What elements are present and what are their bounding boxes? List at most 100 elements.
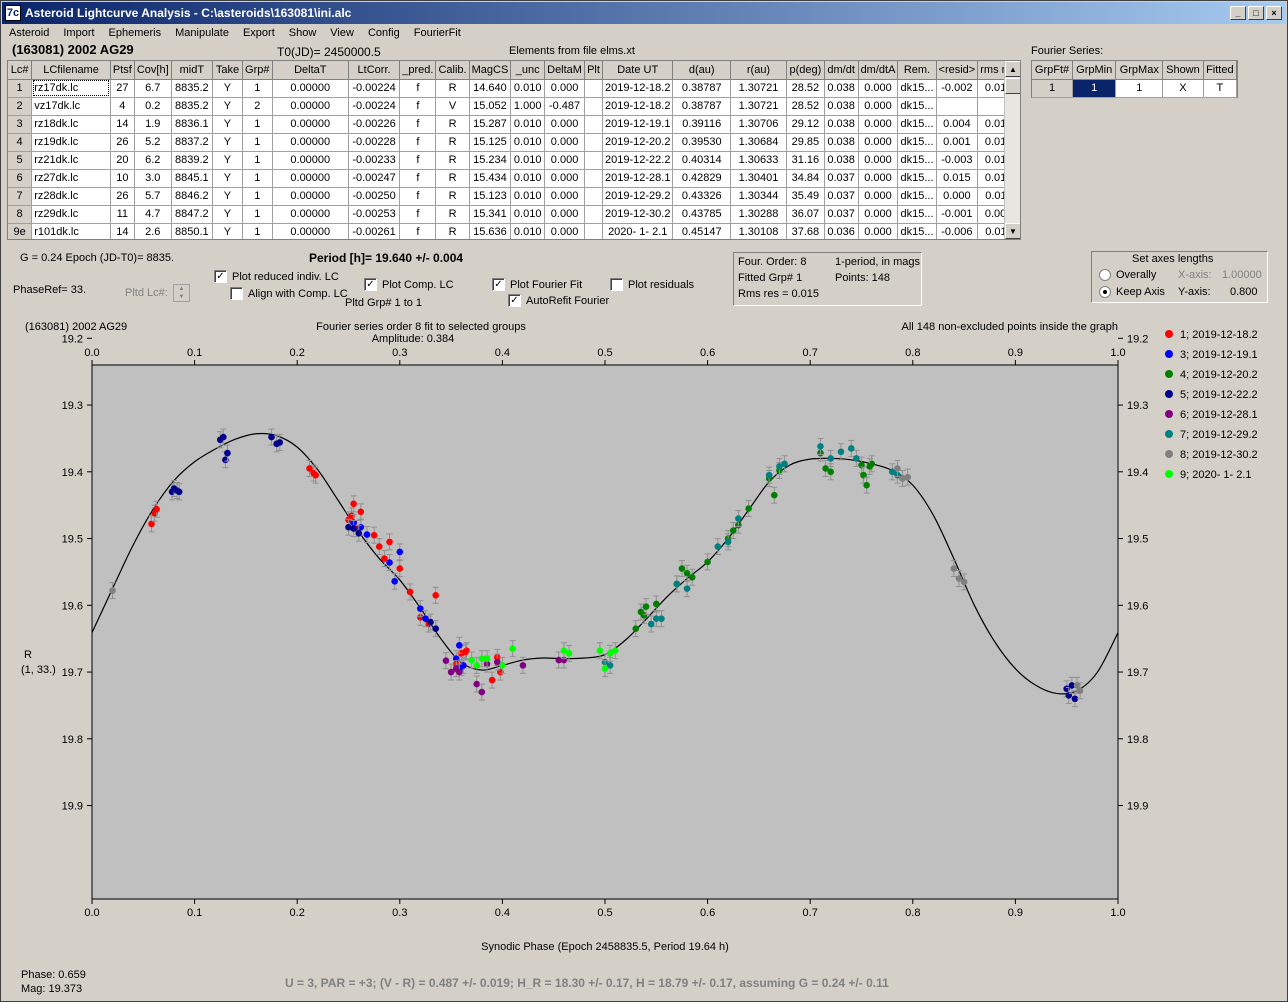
table-cell[interactable]: 0.037 — [824, 187, 859, 206]
table-cell[interactable]: 0.000 — [858, 79, 899, 98]
table-cell[interactable]: 29.12 — [786, 115, 825, 134]
table-cell[interactable]: 1.30684 — [730, 133, 787, 152]
table-cell[interactable]: 9e — [8, 223, 33, 239]
table-cell[interactable]: 1 — [242, 169, 273, 188]
column-header[interactable]: Lc# — [8, 61, 33, 80]
table-cell[interactable]: 0.004 — [936, 115, 979, 134]
table-cell[interactable]: 0.001 — [936, 133, 979, 152]
table-cell[interactable]: 28.52 — [786, 97, 825, 116]
column-header[interactable]: dm/dtA — [858, 61, 899, 80]
table-cell[interactable]: dk15... — [897, 187, 937, 206]
table-cell[interactable]: 0.000 — [544, 169, 586, 188]
table-cell[interactable]: -0.006 — [936, 223, 979, 239]
table-cell[interactable]: 1 — [242, 151, 273, 170]
table-cell[interactable]: 3.0 — [134, 169, 172, 188]
chart-svg[interactable]: (163081) 2002 AG29 Fourier series order 8… — [21, 313, 1284, 965]
table-cell[interactable]: Y — [212, 169, 243, 188]
title-bar[interactable]: 7c Asteroid Lightcurve Analysis - C:\ast… — [2, 2, 1286, 24]
table-cell[interactable]: R — [435, 169, 470, 188]
table-row[interactable]: 4 rz19dk.lc 26 5.2 8837.2 Y 1 0.00000 -0.00228 f R… — [8, 133, 1020, 152]
table-cell[interactable]: dk15... — [897, 223, 937, 239]
table-cell[interactable]: 0.38787 — [672, 97, 732, 116]
table-cell[interactable]: 15.341 — [469, 205, 512, 224]
table-cell[interactable]: f — [399, 205, 437, 224]
table-cell[interactable]: 15.125 — [469, 133, 512, 152]
table-cell[interactable] — [936, 97, 979, 116]
table-cell[interactable]: f — [399, 79, 437, 98]
table-cell[interactable]: 0.038 — [824, 151, 859, 170]
plot-reduced-checkbox[interactable]: ✓ Plot reduced indiv. LC — [214, 270, 339, 283]
table-cell[interactable]: 0.015 — [936, 169, 979, 188]
pltd-lc-spinner[interactable]: ▲ ▼ — [173, 284, 190, 302]
table-cell[interactable]: 2019-12-18.2 — [602, 97, 674, 116]
table-cell[interactable]: f — [399, 169, 437, 188]
table-cell[interactable]: 0.45147 — [672, 223, 732, 239]
spin-up-icon[interactable]: ▲ — [179, 285, 185, 293]
column-header[interactable]: _pred. — [399, 61, 437, 80]
table-cell[interactable]: 0.000 — [544, 115, 586, 134]
table-cell[interactable]: -0.00224 — [348, 79, 401, 98]
table-cell[interactable]: R — [435, 79, 470, 98]
menu-view[interactable]: View — [323, 27, 361, 39]
menu-export[interactable]: Export — [236, 27, 282, 39]
table-cell[interactable]: f — [399, 223, 437, 239]
table-cell[interactable] — [584, 151, 603, 170]
column-header[interactable]: p(deg) — [786, 61, 825, 80]
table-cell[interactable]: 0.00000 — [272, 133, 349, 152]
table-cell[interactable]: 20 — [110, 151, 135, 170]
table-cell[interactable]: dk15... — [897, 97, 937, 116]
table-cell[interactable]: 0.000 — [544, 187, 586, 206]
table-cell[interactable]: -0.00228 — [348, 133, 401, 152]
table-row[interactable]: 2 vz17dk.lc 4 0.2 8835.2 Y 2 0.00000 -0.00224 f V 1… — [8, 97, 1020, 116]
table-cell[interactable]: 8850.1 — [171, 223, 214, 239]
table-cell[interactable]: 1.30706 — [730, 115, 787, 134]
table-cell[interactable]: Y — [212, 97, 243, 116]
table-cell[interactable]: 1.30401 — [730, 169, 787, 188]
table-cell[interactable]: R — [435, 133, 470, 152]
table-cell[interactable]: dk15... — [897, 151, 937, 170]
table-cell[interactable] — [584, 97, 603, 116]
table-cell[interactable]: 0.010 — [510, 151, 546, 170]
table-cell[interactable]: 2019-12-30.2 — [602, 205, 674, 224]
table-cell[interactable]: R — [435, 205, 470, 224]
table-cell[interactable]: Y — [212, 115, 243, 134]
table-cell[interactable]: 2019-12-28.1 — [602, 169, 674, 188]
table-cell[interactable]: dk15... — [897, 79, 937, 98]
table-cell[interactable]: 0.000 — [858, 223, 899, 239]
table-row[interactable]: 6 rz27dk.lc 10 3.0 8845.1 Y 1 0.00000 -0.00247 f R… — [8, 169, 1020, 188]
fourier-column-header[interactable]: Fitted — [1203, 61, 1238, 80]
column-header[interactable]: Grp# — [242, 61, 273, 80]
table-cell[interactable]: 1 — [242, 187, 273, 206]
table-cell[interactable]: 11 — [110, 205, 135, 224]
table-cell[interactable]: 0.00000 — [272, 205, 349, 224]
column-header[interactable]: midT — [171, 61, 214, 80]
table-cell[interactable]: 8839.2 — [171, 151, 214, 170]
table-cell[interactable]: -0.00253 — [348, 205, 401, 224]
table-cell[interactable]: 0.000 — [544, 205, 586, 224]
table-cell[interactable]: 8835.2 — [171, 79, 214, 98]
keep-axis-radio[interactable]: Keep Axis — [1099, 286, 1165, 298]
fourier-column-header[interactable]: GrpFt# — [1032, 61, 1074, 80]
table-cell[interactable]: 1.30108 — [730, 223, 787, 239]
menu-ephemeris[interactable]: Ephemeris — [102, 27, 169, 39]
table-cell[interactable]: 1.30344 — [730, 187, 787, 206]
column-header[interactable]: Rem. — [897, 61, 937, 80]
table-cell[interactable]: 0.43785 — [672, 205, 732, 224]
table-cell[interactable]: Y — [212, 133, 243, 152]
table-cell[interactable]: 15.234 — [469, 151, 512, 170]
table-cell[interactable]: 28.52 — [786, 79, 825, 98]
table-cell[interactable]: 0.00000 — [272, 79, 349, 98]
table-cell[interactable]: f — [399, 187, 437, 206]
column-header[interactable]: Calib. — [435, 61, 470, 80]
column-header[interactable]: Ptsf — [110, 61, 135, 80]
table-cell[interactable]: 0.00000 — [272, 223, 349, 239]
table-cell[interactable]: 26 — [110, 187, 135, 206]
table-cell[interactable]: 1 — [242, 223, 273, 239]
fourier-column-header[interactable]: Shown — [1162, 61, 1204, 80]
table-cell[interactable]: V — [435, 97, 470, 116]
column-header[interactable]: DeltaT — [272, 61, 349, 80]
table-cell[interactable]: 0.000 — [858, 169, 899, 188]
fourier-cell[interactable]: 1 — [1032, 79, 1074, 98]
table-cell[interactable]: 14.640 — [469, 79, 512, 98]
plot-residuals-checkbox[interactable]: Plot residuals — [610, 278, 694, 291]
